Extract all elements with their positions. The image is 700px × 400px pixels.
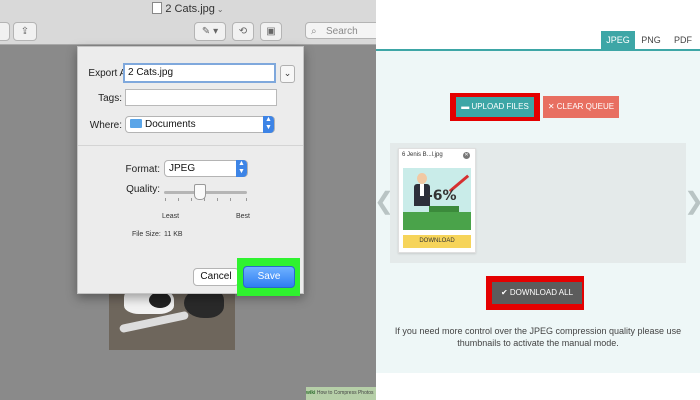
preview-export-screen: 2 Cats.jpg ⌄ ⇪ ✎ ▾ ⟲ ▣ ⌕ Search Export As:… — [0, 0, 376, 400]
rotate-button[interactable]: ⟲ — [232, 22, 254, 41]
clear-queue-button[interactable]: ✕ CLEAR QUEUE — [543, 96, 619, 118]
upload-files-label: UPLOAD FILES — [471, 102, 529, 111]
watermark-brand: wiki — [306, 390, 316, 396]
toolbox-button[interactable]: ▣ — [260, 22, 282, 41]
download-all-label: DOWNLOAD ALL — [509, 288, 574, 297]
chevron-down-icon[interactable]: ⌄ — [217, 5, 224, 14]
sidebar-toggle-button[interactable] — [0, 22, 10, 41]
slider-tick — [217, 198, 218, 201]
tags-label: Tags: — [98, 93, 122, 104]
chevron-down-icon: ⌄ — [283, 68, 292, 78]
popup-arrows-icon: ▲ ▼ — [236, 160, 247, 177]
checkmark-icon: ✔ — [500, 288, 508, 297]
clear-queue-label: CLEAR QUEUE — [556, 102, 615, 111]
next-arrow-icon[interactable]: ❯ — [684, 187, 700, 216]
download-button[interactable]: DOWNLOAD — [403, 235, 471, 248]
folder-icon — [130, 119, 142, 128]
compressor-panel: ▬ UPLOAD FILES ✕ CLEAR QUEUE ❮ ❯ 6 Jenis… — [376, 51, 700, 373]
markup-pen-button[interactable]: ✎ ▾ — [194, 22, 226, 41]
best-label: Best — [236, 213, 251, 220]
pen-icon: ✎ ▾ — [201, 26, 219, 37]
watermark: wiki How to Compress Photos — [306, 387, 376, 400]
upload-icon: ▬ — [461, 102, 470, 111]
share-icon: ⇪ — [20, 26, 30, 37]
tab-jpeg[interactable]: JPEG — [601, 31, 635, 49]
popup-arrows-icon: ▲ ▼ — [263, 116, 274, 133]
slider-tick — [165, 198, 166, 201]
toolbox-icon: ▣ — [266, 26, 276, 37]
upload-files-button[interactable]: ▬ UPLOAD FILES — [456, 97, 534, 117]
divider — [78, 145, 303, 146]
expand-dialog-button[interactable]: ⌄ — [280, 65, 295, 83]
file-thumbnail-card[interactable]: 6 Jenis B...l.jpg ✕ -6% DOWNLOAD — [398, 148, 476, 253]
file-name: 6 Jenis B...l.jpg — [402, 152, 443, 158]
share-button[interactable]: ⇪ — [13, 22, 37, 41]
export-as-field[interactable]: 2 Cats.jpg — [123, 63, 276, 83]
where-label: Where: — [89, 120, 122, 131]
watermark-text: How to Compress Photos — [316, 390, 374, 396]
slider-tick — [246, 198, 247, 201]
window-title: 2 Cats.jpg ⌄ — [0, 2, 376, 15]
compression-percent: -6% — [427, 188, 457, 204]
format-value: JPEG — [169, 163, 196, 174]
least-label: Least — [162, 213, 180, 220]
search-field[interactable]: ⌕ Search — [305, 22, 376, 39]
where-popup[interactable]: Documents ▲ ▼ — [125, 116, 275, 133]
preview-toolbar: 2 Cats.jpg ⌄ ⇪ ✎ ▾ ⟲ ▣ ⌕ Search — [0, 0, 376, 45]
search-icon: ⌕ — [311, 26, 317, 37]
info-text: If you need more control over the JPEG c… — [394, 326, 682, 348]
slider-tick — [178, 198, 179, 201]
save-button[interactable]: Save — [243, 266, 295, 288]
compressor-web-page: JPEG PNG PDF ▬ UPLOAD FILES ✕ CLEAR QUEU… — [376, 0, 700, 400]
file-size-label: File Size: — [132, 231, 161, 238]
tab-pdf[interactable]: PDF — [668, 31, 698, 49]
cancel-button[interactable]: Cancel — [193, 268, 239, 286]
slider-tick — [191, 198, 192, 201]
slider-tick — [230, 198, 231, 201]
slider-tick — [204, 198, 205, 201]
document-icon — [152, 2, 163, 14]
tab-png[interactable]: PNG — [636, 31, 666, 49]
close-icon: ✕ — [547, 102, 555, 111]
rotate-icon: ⟲ — [238, 26, 248, 37]
file-preview-image: -6% — [403, 168, 471, 230]
search-placeholder: Search — [326, 26, 358, 37]
remove-file-icon[interactable]: ✕ — [463, 152, 470, 159]
where-value: Documents — [145, 119, 196, 130]
export-dialog: Export As: 2 Cats.jpg ⌄ Tags: Where: Doc… — [77, 46, 304, 294]
format-label: Format: — [125, 164, 160, 175]
tags-field[interactable] — [125, 89, 277, 106]
format-popup[interactable]: JPEG ▲ ▼ — [164, 160, 248, 177]
file-size-value: 11 KB — [164, 231, 183, 238]
download-all-button[interactable]: ✔ DOWNLOAD ALL — [492, 282, 582, 304]
window-title-text: 2 Cats.jpg — [165, 3, 215, 15]
quality-label: Quality: — [126, 184, 160, 195]
